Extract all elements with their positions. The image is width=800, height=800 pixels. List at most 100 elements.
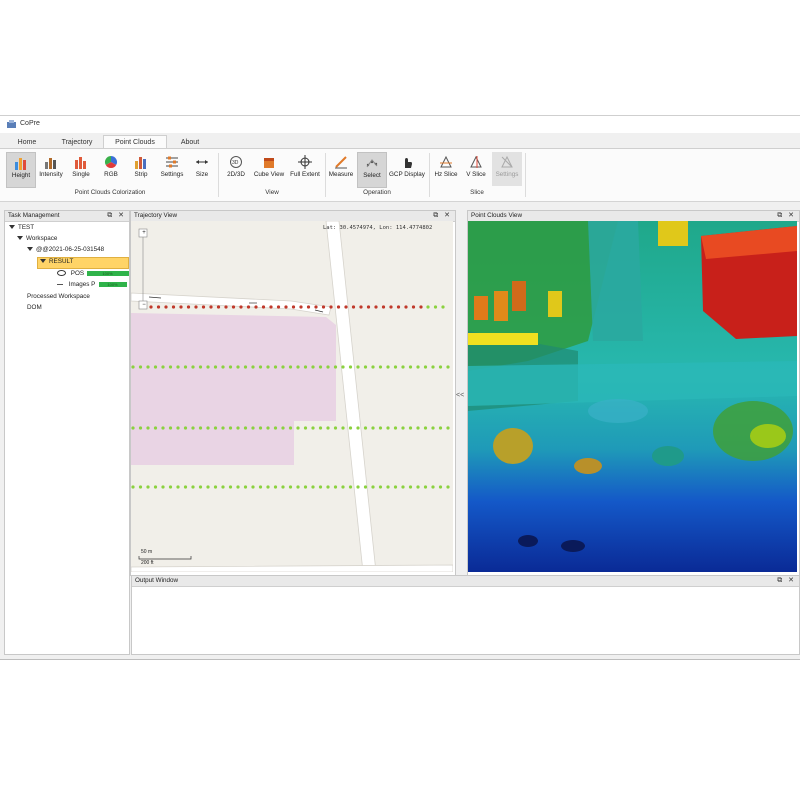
panel-float-close-icons[interactable]: ⧉ ✕ [777,211,796,220]
ribbon-tabs: Home Trajectory Point Clouds About [0,135,800,150]
hz-slice-button[interactable]: Hz Slice [432,152,460,186]
strip-button[interactable]: Strip [128,152,154,186]
trajectory-point [231,305,236,309]
slice-settings-icon [501,155,513,168]
full-extent-label: Full Extent [290,171,320,178]
trajectory-point [363,485,368,489]
scale-bar [138,556,192,560]
trajectory-point [251,426,255,430]
tree-item-workspace[interactable]: Workspace [17,235,57,242]
panel-float-close-icons[interactable]: ⧉ ✕ [107,211,126,220]
trajectory-point [371,485,375,489]
trajectory-point [266,485,270,489]
trajectory-point [201,305,206,309]
svg-text:3D: 3D [232,160,239,166]
panel-title: Trajectory View [134,212,178,219]
trajectory-point [378,485,383,489]
eye-icon[interactable] [57,270,66,277]
full-extent-button[interactable]: Full Extent [288,152,322,186]
trajectory-point [303,365,308,369]
view-group-label: View [265,189,279,196]
trajectory-point [341,365,345,369]
trajectory-point [236,426,240,430]
intensity-button[interactable]: Intensity [36,152,66,186]
trajectory-point [386,426,390,430]
hidden-icon[interactable] [57,283,63,285]
tree-item-test[interactable]: TEST [9,224,34,231]
measure-button[interactable]: Measure [327,152,355,186]
trajectory-point [431,485,435,489]
tree-item-dataset[interactable]: @@2021-06-25-031548 [27,246,104,253]
scale-feet: 200 ft [141,560,154,566]
trajectory-point [284,305,288,309]
tree-item-images[interactable]: Images P 100% [57,281,127,288]
tree-item-result[interactable]: RESULT [37,257,129,269]
expand-arrow-icon[interactable] [17,236,23,241]
v-slice-button[interactable]: V Slice [462,152,490,186]
point-cloud-render[interactable] [468,221,797,572]
hand-pointer-icon [405,158,412,168]
tree-label: @@2021-06-25-031548 [36,246,105,253]
trajectory-map[interactable]: Lat: 30.4574974, Lon: 114.4774802 + − 50… [131,221,453,572]
height-button[interactable]: Height [6,152,36,188]
slice-settings-button[interactable]: Settings [492,152,522,186]
2d-3d-button[interactable]: 3D 2D/3D [222,152,250,186]
rgb-label: RGB [104,171,118,178]
intensity-icon [45,158,56,169]
trajectory-point [386,365,390,369]
tree-label: TEST [18,224,35,231]
tree-label: Workspace [26,235,58,242]
trajectory-point [393,485,398,489]
trajectory-point [213,485,218,489]
tree-item-processed-workspace[interactable]: Processed Workspace [27,293,90,300]
trajectory-point [378,365,383,369]
panel-title: Point Clouds View [471,212,522,219]
cube-icon [264,158,274,168]
panel-title: Output Window [135,577,179,584]
tree-item-dom[interactable]: DOM [27,304,42,311]
panel-float-close-icons[interactable]: ⧉ ✕ [777,576,796,585]
trajectory-point [344,305,348,309]
land-parcel [131,313,336,465]
trajectory-point [393,426,398,430]
trajectory-point [426,305,430,309]
app-logo-icon [7,120,16,128]
expand-arrow-icon[interactable] [27,247,33,252]
trajectory-point [433,305,438,309]
operation-group-label: Operation [363,189,391,196]
trajectory-point [149,305,153,309]
size-button[interactable]: Size [190,152,214,186]
expand-arrow-icon[interactable] [40,259,46,264]
expand-arrow-icon[interactable] [9,225,15,230]
trajectory-point [441,305,445,309]
group-divider [429,153,430,197]
tree-item-pos[interactable]: POS 100% [57,270,129,277]
panel-float-close-icons[interactable]: ⧉ ✕ [433,211,452,220]
trajectory-point [221,365,225,369]
trajectory-point [291,305,296,309]
select-button[interactable]: Select [357,152,387,188]
trajectory-point [153,365,158,369]
trajectory-point [176,485,180,489]
trajectory-point [401,485,405,489]
height-label: Height [11,172,31,179]
gcp-display-button[interactable]: GCP Display [387,152,427,186]
trajectory-point [138,426,143,430]
single-button[interactable]: Single [68,152,94,186]
cube-view-button[interactable]: Cube View [252,152,286,186]
trajectory-point [374,305,378,309]
trajectory-point [446,365,450,369]
trajectory-point [288,485,293,489]
trajectory-point [161,426,165,430]
trajectory-point [438,365,443,369]
colorization-settings-button[interactable]: Settings [158,152,186,186]
panel-title: Task Management [8,212,60,219]
sliders-icon [166,156,178,168]
trajectory-point [416,426,420,430]
trajectory-point [228,485,233,489]
trajectory-point [329,305,333,309]
trajectory-point [273,365,278,369]
trajectory-point [371,426,375,430]
rgb-button[interactable]: RGB [98,152,124,186]
collapse-panel-button[interactable]: << [456,392,464,399]
